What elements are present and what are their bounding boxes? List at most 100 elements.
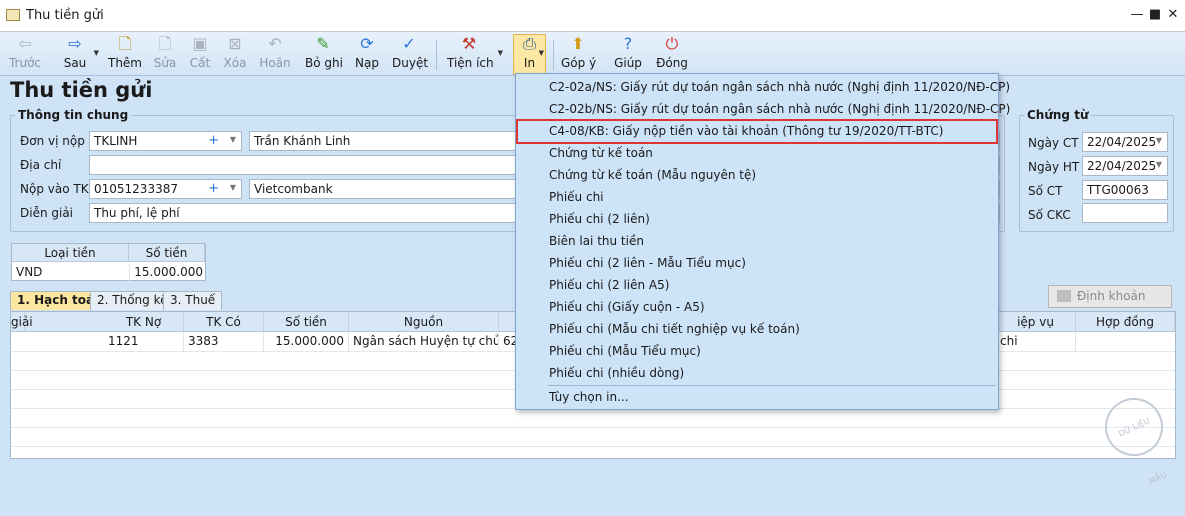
date-ht-field[interactable]: 22/04/2025 ▼ (1082, 156, 1168, 176)
edit-button[interactable]: 🗋 Sửa (152, 35, 178, 75)
amount-cell[interactable]: 15.000.000 (129, 263, 205, 281)
toolbar-separator (553, 40, 554, 70)
menu-item-payment-slip-roll[interactable]: Phiếu chi (Giấy cuộn - A5) (549, 296, 705, 318)
chevron-down-icon[interactable]: ▼ (539, 49, 544, 57)
arrow-right-icon: ⇨ (68, 34, 82, 53)
new-document-icon: 🗋 (118, 34, 132, 53)
menu-item-receipt[interactable]: Biên lai thu tiền (549, 230, 644, 252)
currency-table: Loại tiền Số tiền VND 15.000.000 (11, 243, 206, 281)
quick-entry-icon (1057, 290, 1071, 302)
feedback-icon: ⬆ (571, 34, 585, 53)
menu-item-c2-02b[interactable]: C2-02b/NS: Giấy rút dự toán ngân sách nh… (549, 98, 1010, 120)
operation-cell[interactable]: chi (996, 332, 1076, 351)
menu-item-payment-slip-multi[interactable]: Phiếu chi (nhiều dòng) (549, 362, 684, 384)
tools-icon: ⚒ (461, 34, 477, 53)
add-icon[interactable]: + (208, 133, 219, 148)
debit-header: TK Nợ (104, 312, 184, 332)
menu-item-accounting-voucher[interactable]: Chứng từ kế toán (549, 142, 653, 164)
dropdown-arrow-icon[interactable]: ▼ (1156, 136, 1162, 145)
date-ct-label: Ngày CT (1028, 136, 1079, 150)
amount-header: Số tiền (264, 312, 349, 332)
floppy-icon: ▣ (192, 34, 208, 53)
menu-item-print-options[interactable]: Tùy chọn in... (549, 386, 629, 408)
app-icon (6, 9, 20, 21)
operation-header: iệp vụ (996, 312, 1076, 332)
menu-item-payment-slip-2-a5[interactable]: Phiếu chi (2 liên A5) (549, 274, 669, 296)
undo-button[interactable]: ↶ Hoãn (259, 35, 291, 75)
help-icon: ? (623, 34, 633, 53)
next-button[interactable]: ⇨ Sau ▼ (60, 34, 99, 75)
menu-item-payment-slip-detail[interactable]: Phiếu chi (Mẫu chi tiết nghiệp vụ kế toá… (549, 318, 800, 340)
minimize-button[interactable]: — (1128, 6, 1146, 24)
menu-item-payment-slip-2-sub[interactable]: Phiếu chi (2 liên - Mẫu Tiểu mục) (549, 252, 746, 274)
quick-entry-button[interactable]: Định khoản nhanh (1048, 285, 1172, 324)
help-button[interactable]: ? Giúp (613, 35, 643, 75)
date-ht-label: Ngày HT (1028, 160, 1080, 174)
close-window-button[interactable]: ✕ (1164, 6, 1182, 24)
menu-item-accounting-voucher-fx[interactable]: Chứng từ kế toán (Mẫu nguyên tệ) (549, 164, 756, 186)
print-button[interactable]: ⎙ In ▼ (513, 34, 546, 75)
reload-button[interactable]: ⟳ Nạp (354, 35, 380, 75)
check-icon: ✓ (402, 34, 416, 53)
ckc-no-field[interactable] (1082, 203, 1168, 223)
dropdown-arrow-icon[interactable]: ▼ (230, 135, 236, 144)
utilities-button[interactable]: ⚒ Tiện ích ▼ (447, 34, 503, 75)
arrow-left-icon: ⇦ (18, 34, 32, 53)
general-info-title: Thông tin chung (15, 108, 132, 122)
prev-button[interactable]: ⇦ Trước (8, 35, 42, 75)
chevron-down-icon[interactable]: ▼ (498, 49, 503, 57)
currency-type-header: Loại tiền (12, 244, 129, 262)
address-label: Địa chỉ (20, 158, 62, 172)
dropdown-arrow-icon[interactable]: ▼ (230, 183, 236, 192)
menu-item-c2-02a[interactable]: C2-02a/NS: Giấy rút dự toán ngân sách nh… (549, 76, 1010, 98)
feedback-button[interactable]: ⬆ Góp ý (561, 34, 596, 75)
payer-code-field[interactable]: TKLINH + ▼ (89, 131, 242, 151)
unpost-button[interactable]: ✎ Bỏ ghi (305, 34, 343, 75)
amount-header: Số tiền (129, 244, 205, 262)
toolbar-separator (436, 40, 437, 70)
contract-header: Hợp đồng (1076, 312, 1175, 332)
undo-icon: ↶ (268, 34, 282, 53)
menu-item-payment-slip-sub[interactable]: Phiếu chi (Mẫu Tiểu mục) (549, 340, 701, 362)
currency-type-cell[interactable]: VND (16, 263, 42, 281)
account-number-field[interactable]: 01051233387 + ▼ (89, 179, 242, 199)
source-cell[interactable]: Ngân sách Huyện tự chủ (349, 332, 499, 351)
voucher-no-label: Số CT (1028, 184, 1063, 198)
page-title: Thu tiền gửi (10, 78, 153, 102)
close-button[interactable]: ⏻ Đóng (655, 35, 689, 75)
voucher-title: Chứng từ (1024, 108, 1092, 122)
chevron-down-icon[interactable]: ▼ (94, 49, 99, 57)
printer-icon: ⎙ (523, 34, 536, 53)
menu-item-c4-08[interactable]: C4-08/KB: Giấy nộp tiền vào tài khoản (T… (549, 120, 943, 142)
refresh-icon: ⟳ (360, 34, 374, 53)
pen-cancel-icon: ✎ (316, 34, 330, 53)
approve-button[interactable]: ✓ Duyệt (392, 34, 428, 75)
tab-statistics[interactable]: 2. Thống kê (90, 291, 175, 310)
source-header: Nguồn (349, 312, 499, 332)
credit-cell[interactable]: 3383 (184, 332, 264, 351)
save-button[interactable]: ▣ Cất (188, 35, 212, 75)
account-label: Nộp vào TK (20, 182, 89, 196)
dropdown-arrow-icon[interactable]: ▼ (1156, 160, 1162, 169)
row-divider (11, 427, 1175, 428)
delete-button[interactable]: ⊠ Xóa (222, 35, 248, 75)
add-icon[interactable]: + (208, 181, 219, 196)
title-bar: Thu tiền gửi — ■ ✕ (0, 0, 1185, 32)
power-icon: ⏻ (665, 34, 679, 53)
credit-header: TK Có (184, 312, 264, 332)
row-divider (11, 446, 1175, 447)
payer-label: Đơn vị nộp (20, 134, 85, 148)
menu-item-payment-slip-2[interactable]: Phiếu chi (2 liên) (549, 208, 650, 230)
voucher-no-field[interactable]: TTG00063 (1082, 180, 1168, 200)
menu-item-payment-slip[interactable]: Phiếu chi (549, 186, 604, 208)
add-button[interactable]: 🗋 Thêm (107, 35, 143, 75)
delete-document-icon: ⊠ (228, 34, 242, 53)
ckc-no-label: Số CKC (1028, 208, 1071, 222)
maximize-button[interactable]: ■ (1146, 6, 1164, 24)
amount-cell[interactable]: 15.000.000 (264, 332, 349, 351)
tab-tax[interactable]: 3. Thuế (163, 291, 223, 310)
debit-cell[interactable]: 1121 (104, 332, 184, 351)
edit-document-icon: 🗋 (158, 34, 172, 53)
date-ct-field[interactable]: 22/04/2025 ▼ (1082, 132, 1168, 152)
description-label: Diễn giải (20, 206, 74, 220)
